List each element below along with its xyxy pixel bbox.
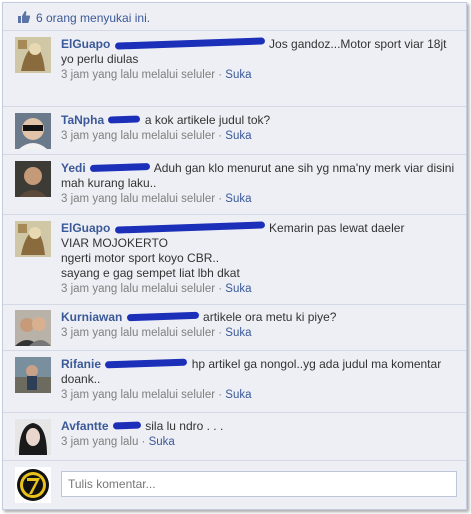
comment-author[interactable]: ElGuapo [61,221,110,235]
comment-item: Rifanie hp artikel ga nongol..yg ada jud… [3,351,466,413]
comment-author[interactable]: Avfantte [61,419,109,433]
comment-text: sila lu ndro . . . [145,419,224,433]
avatar-photo-icon[interactable] [15,161,51,197]
redaction-mark [114,37,265,50]
comment-item: ElGuapo Kemarin pas lewat daeler VIAR MO… [3,215,466,305]
comment-item: Avfantte sila lu ndro . . . 3 jam yang l… [3,413,466,461]
comment-item: ElGuapo Jos gandoz...Motor sport viar 18… [3,31,466,107]
comment-time: 3 jam yang lalu melalui seluler [61,193,216,205]
thumbs-up-icon[interactable] [17,10,31,27]
comment-author[interactable]: Yedi [61,161,86,175]
avatar-sunglasses-icon[interactable] [15,113,51,149]
comment-text: a kok artikele judul tok? [144,113,271,127]
avatar-dark-hair-icon[interactable] [15,419,51,455]
comment-time: 3 jam yang lalu melalui seluler [61,327,216,339]
redaction-mark [105,358,188,369]
like-link[interactable]: Suka [225,130,251,142]
comment-meta: 3 jam yang lalu melalui seluler · Suka [61,283,252,295]
comment-time: 3 jam yang lalu melalui seluler [61,69,216,81]
comment-time: 3 jam yang lalu [61,436,139,448]
comment-text: artikele ora metu ki piye? [203,310,337,324]
avatar-couple-icon[interactable] [15,310,51,346]
comments-panel: 6 orang menyukai ini. ElGuapo Jos gandoz… [2,2,467,510]
likes-count-link[interactable]: 6 orang menyukai ini. [36,11,150,25]
like-link[interactable]: Suka [225,327,251,339]
comment-input[interactable]: Tulis komentar... [61,471,457,497]
avatar-sketch-icon[interactable] [15,221,51,257]
avatar-street-icon[interactable] [15,357,51,393]
comment-meta: 3 jam yang lalu melalui seluler · Suka [61,69,252,81]
comment-author[interactable]: TaNpha [61,113,104,127]
avatar-number-seven-icon[interactable] [15,467,51,503]
comment-meta: 3 jam yang lalu melalui seluler · Suka [61,193,252,205]
comment-time: 3 jam yang lalu melalui seluler [61,283,216,295]
comment-item: Yedi Aduh gan klo menurut ane sih yg nma… [3,155,466,215]
redaction-mark [108,115,141,124]
comment-item: TaNpha a kok artikele judul tok? 3 jam y… [3,107,466,155]
like-link[interactable]: Suka [149,436,175,448]
comment-meta: 3 jam yang lalu melalui seluler · Suka [61,389,252,401]
comment-item: Kurniawan artikele ora metu ki piye? 3 j… [3,305,466,351]
comment-meta: 3 jam yang lalu melalui seluler · Suka [61,130,252,142]
redaction-mark [126,311,199,322]
comment-author[interactable]: Rifanie [61,357,101,371]
comment-text: Kemarin pas lewat daeler VIAR MOJOKERTO … [61,221,405,280]
comment-composer: Tulis komentar... [3,461,466,509]
like-link[interactable]: Suka [225,193,251,205]
redaction-mark [89,162,151,173]
comment-author[interactable]: Kurniawan [61,310,122,324]
comment-time: 3 jam yang lalu melalui seluler [61,130,216,142]
comment-meta: 3 jam yang lalu melalui seluler · Suka [61,327,252,339]
avatar-sketch-icon[interactable] [15,37,51,73]
like-link[interactable]: Suka [225,283,251,295]
like-link[interactable]: Suka [225,389,251,401]
like-link[interactable]: Suka [225,69,251,81]
likes-bar: 6 orang menyukai ini. [3,3,466,31]
comment-meta: 3 jam yang lalu · Suka [61,436,175,448]
comment-author[interactable]: ElGuapo [61,37,110,51]
redaction-mark [112,421,142,430]
redaction-mark [114,221,265,234]
comment-time: 3 jam yang lalu melalui seluler [61,389,216,401]
